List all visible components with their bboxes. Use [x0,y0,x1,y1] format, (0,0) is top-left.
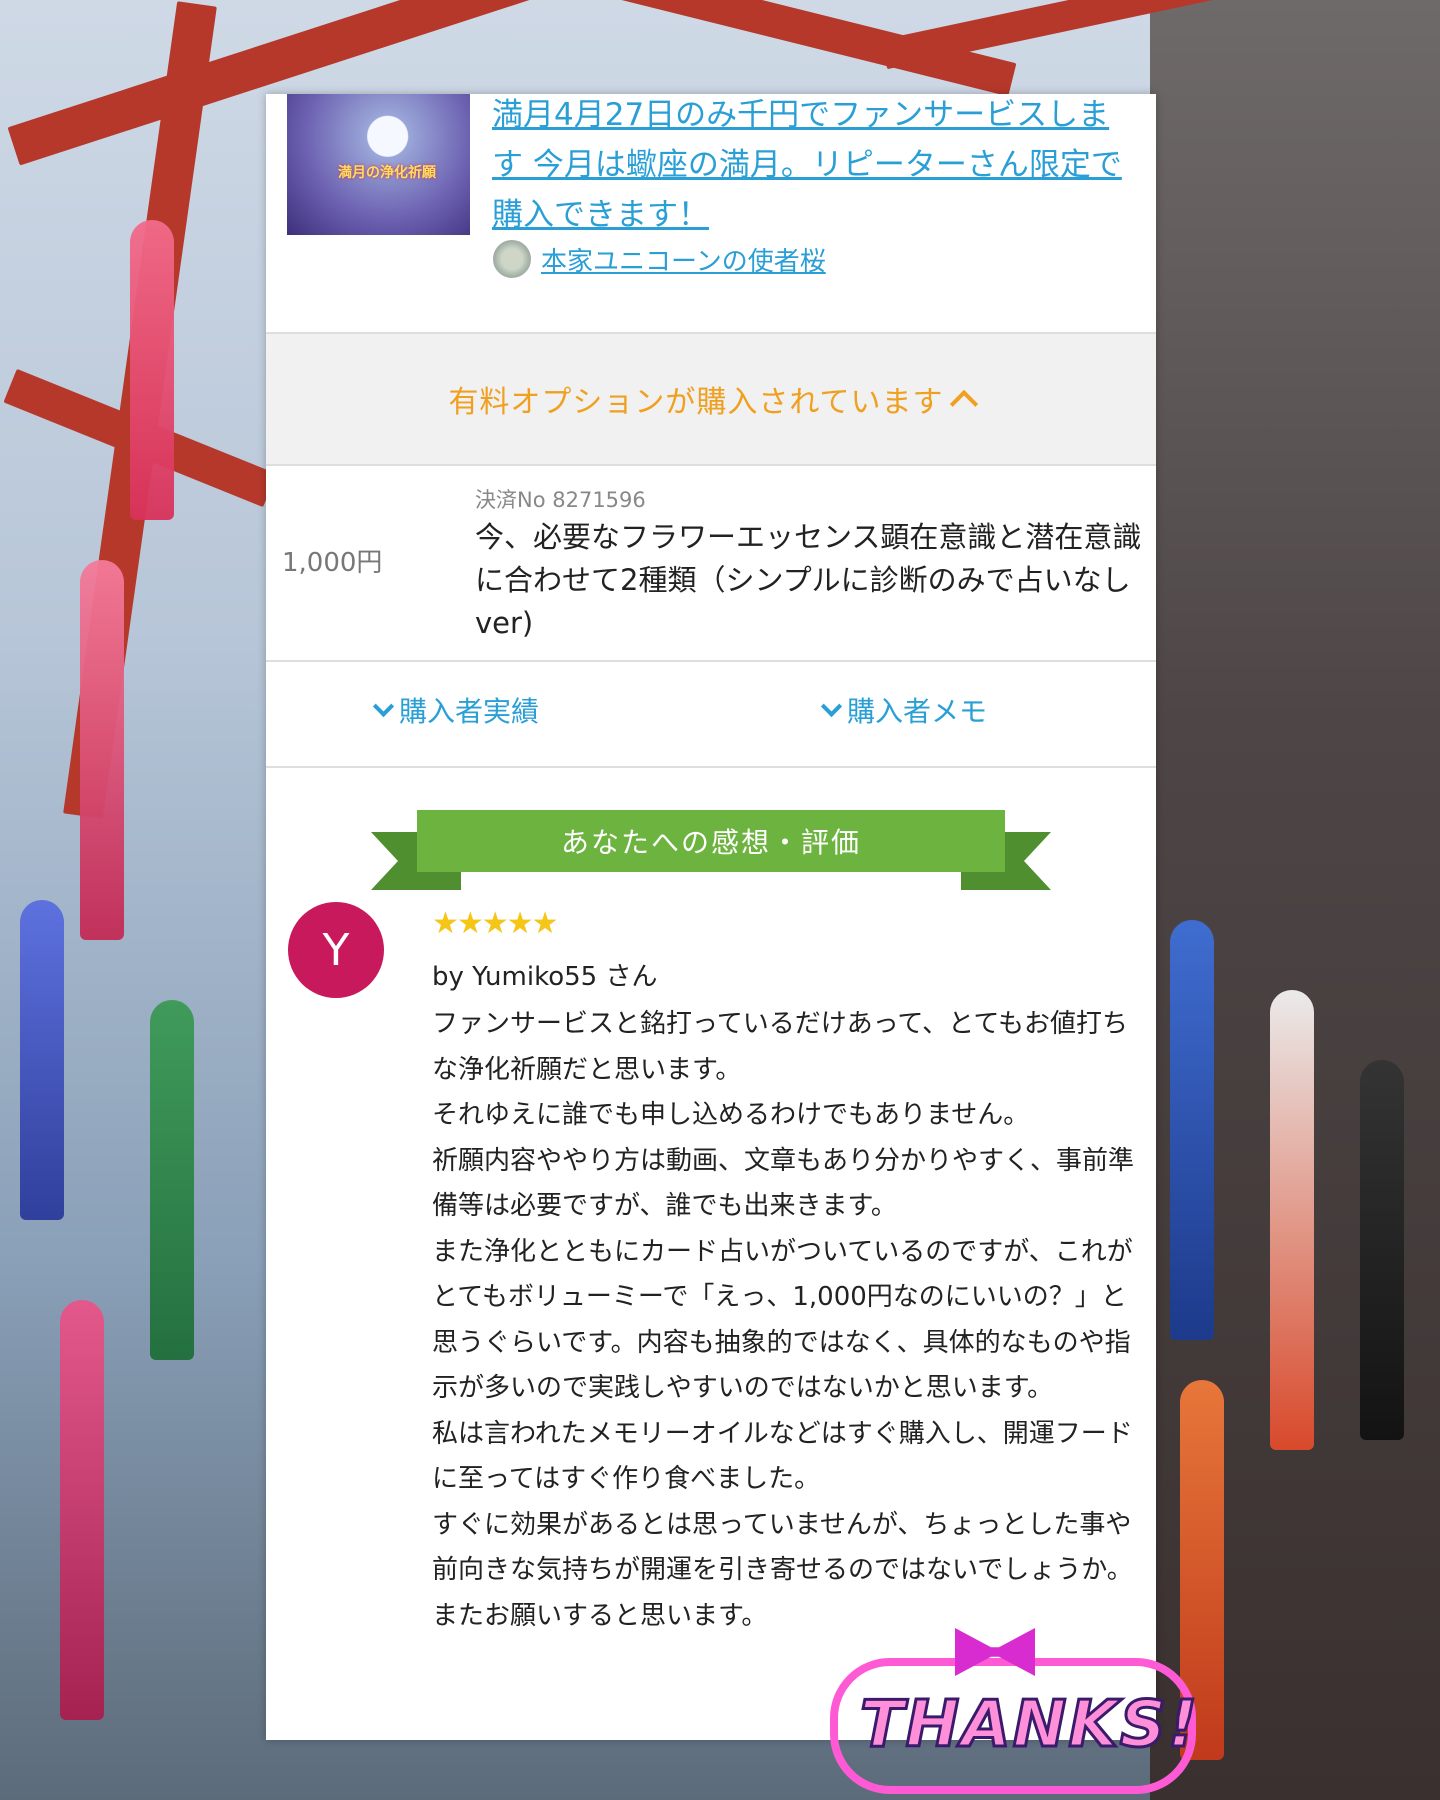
buyer-history-label: 購入者実績 [399,695,540,728]
seller-name-link[interactable]: 本家ユニコーンの使者桜 [541,241,826,278]
reviewer-avatar[interactable]: Y [288,902,384,998]
buyer-history-toggle[interactable]: 購入者実績 [372,690,540,730]
buyer-memo-label: 購入者メモ [847,695,988,728]
paid-option-toggle[interactable]: 有料オプションが購入されています [266,332,1156,466]
chevron-down-icon [372,695,395,717]
seller-info: 本家ユニコーンの使者桜 [493,240,826,278]
koi-streamer [60,1300,104,1720]
koi-streamer [150,1000,194,1360]
koi-streamer [130,220,174,520]
koi-streamer [1170,920,1214,1340]
koi-streamer [20,900,64,1220]
star-rating: ★★★★★ [432,906,558,941]
koi-streamer [1270,990,1314,1450]
buyer-links: 購入者実績 購入者メモ [266,662,1156,768]
chevron-down-icon [820,695,843,717]
payment-row: 1,000円 決済No 8271596 今、必要なフラワーエッセンス顕在意識と潜… [266,464,1156,662]
koi-streamer [80,560,124,940]
review-ribbon: あなたへの感想・評価 [371,810,1051,896]
thumbnail-caption: 満月の浄化祈願 [338,165,436,181]
thanks-sticker: THANKS! [820,1628,1200,1794]
reviewer-name: by Yumiko55 さん [432,962,658,992]
payment-description: 今、必要なフラワーエッセンス顕在意識と潜在意識に合わせて2種類（シンプルに診断の… [475,520,1142,640]
ribbon-title: あなたへの感想・評価 [417,810,1005,872]
product-title-link[interactable]: 満月4月27日のみ千円でファンサービスします 今月は蠍座の満月。リピーターさん限… [492,94,1132,240]
product-summary: 満月の浄化祈願 満月4月27日のみ千円でファンサービスします 今月は蠍座の満月。… [266,94,1156,332]
product-thumbnail[interactable]: 満月の浄化祈願 [287,94,470,235]
sticker-text: THANKS! [859,1687,1200,1764]
seller-avatar[interactable] [493,240,531,278]
chevron-up-icon [949,389,978,419]
payment-price: 1,000円 [282,548,383,578]
order-detail-card: 満月の浄化祈願 満月4月27日のみ千円でファンサービスします 今月は蠍座の満月。… [266,94,1156,1740]
koi-streamer [1360,1060,1404,1440]
review-text: ファンサービスと銘打っているだけあって、とてもお値打ちな浄化祈願だと思います。 … [432,1009,1135,1631]
paid-option-label: 有料オプションが購入されています [448,385,944,420]
buyer-memo-toggle[interactable]: 購入者メモ [820,690,988,730]
payment-number: 決済No 8271596 [475,488,646,512]
